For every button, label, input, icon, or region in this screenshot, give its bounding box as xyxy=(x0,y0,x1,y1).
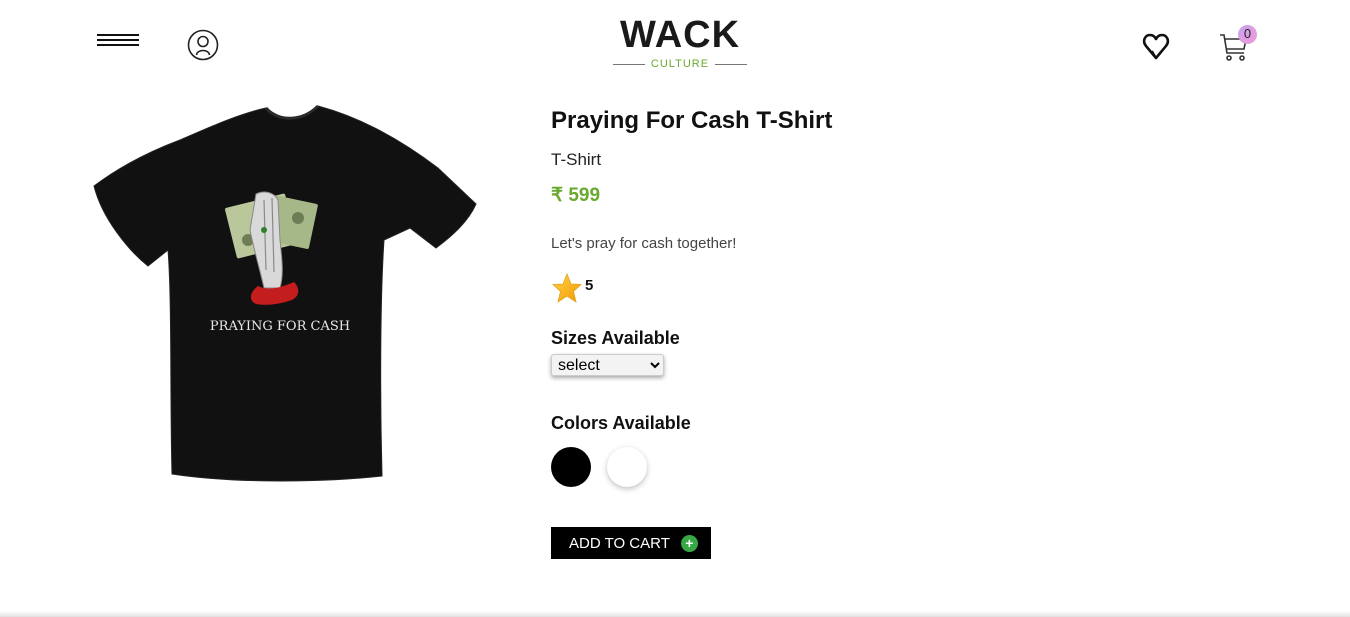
product-description: Let's pray for cash together! xyxy=(551,235,737,252)
product-image[interactable]: PRAYING FOR CASH xyxy=(88,100,482,484)
logo-main-text: WACK xyxy=(619,14,741,56)
product-rating: 5 xyxy=(551,272,1151,304)
color-swatch-black[interactable] xyxy=(551,447,591,487)
logo-sub-text: CULTURE xyxy=(650,58,710,70)
color-swatch-white[interactable] xyxy=(607,447,647,487)
product-price: ₹ 599 xyxy=(551,185,601,206)
cart-count-badge: 0 xyxy=(1238,25,1257,44)
user-icon[interactable] xyxy=(187,29,219,61)
plus-icon: + xyxy=(680,534,698,552)
page-bottom-shadow xyxy=(0,611,1350,617)
rating-value: 5 xyxy=(585,276,594,294)
add-to-cart-button[interactable]: ADD TO CART + xyxy=(551,527,711,559)
sizes-label: Sizes Available xyxy=(551,328,680,348)
product-category: T-Shirt xyxy=(551,150,602,169)
site-logo[interactable]: WACK CULTURE xyxy=(600,16,760,70)
menu-icon[interactable] xyxy=(97,34,141,56)
site-header: WACK CULTURE 0 xyxy=(0,0,1350,90)
size-select[interactable]: select xyxy=(551,354,664,376)
color-swatches xyxy=(551,447,1151,487)
add-to-cart-label: ADD TO CART xyxy=(569,534,670,552)
logo-subtitle: CULTURE xyxy=(600,58,760,70)
colors-label: Colors Available xyxy=(551,413,691,433)
heart-icon[interactable] xyxy=(1141,31,1171,61)
star-icon xyxy=(552,272,582,303)
product-title: Praying For Cash T-Shirt xyxy=(551,107,833,134)
product-info: Praying For Cash T-Shirt T-Shirt ₹ 599 L… xyxy=(551,105,1151,559)
shirt-graphic-text: PRAYING FOR CASH xyxy=(210,319,350,334)
